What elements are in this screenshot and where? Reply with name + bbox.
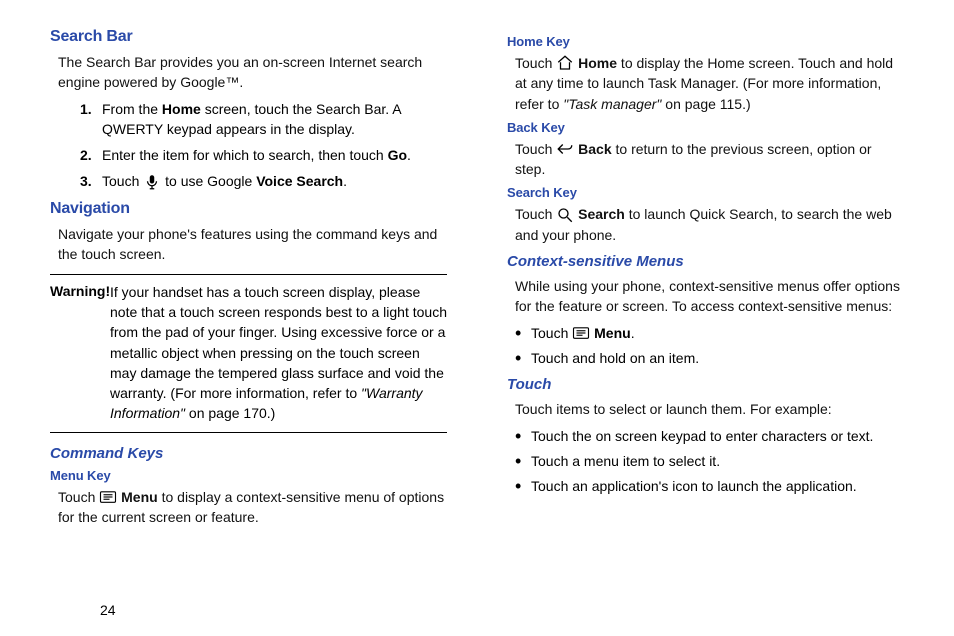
bold-home: Home — [162, 101, 201, 117]
bold-search: Search — [578, 206, 625, 222]
text: . — [631, 325, 635, 341]
heading-command-keys: Command Keys — [50, 445, 447, 462]
heading-navigation: Navigation — [50, 200, 447, 218]
back-icon — [556, 140, 574, 158]
text: Enter the item for which to search, then… — [102, 147, 388, 163]
search-bar-steps: 1. From the Home screen, touch the Searc… — [80, 99, 447, 192]
bold-back: Back — [578, 141, 611, 157]
menu-icon — [99, 488, 117, 506]
bold-voice-search: Voice Search — [256, 173, 343, 189]
step-number: 3. — [80, 171, 92, 191]
heading-home-key: Home Key — [507, 34, 904, 49]
home-icon — [556, 54, 574, 72]
text: Touch — [515, 206, 556, 222]
menu-icon — [572, 324, 590, 342]
left-column: Search Bar The Search Bar provides you a… — [50, 28, 447, 588]
text: Touch — [515, 55, 556, 71]
search-key-text: Touch Search to launch Quick Search, to … — [515, 204, 904, 245]
warning-label: Warning! — [50, 283, 110, 299]
text: If your handset has a touch screen displ… — [110, 284, 447, 401]
context-bullets: Touch Menu. Touch and hold on an item. — [515, 323, 904, 369]
step-3: 3. Touch to use Google Voice Search. — [80, 171, 447, 191]
list-item: Touch and hold on an item. — [515, 348, 904, 368]
list-item: Touch Menu. — [515, 323, 904, 343]
ref-task-manager: "Task manager" — [563, 96, 661, 112]
search-icon — [556, 206, 574, 224]
page-columns: Search Bar The Search Bar provides you a… — [50, 28, 904, 588]
list-item: Touch the on screen keypad to enter char… — [515, 426, 904, 446]
step-2: 2. Enter the item for which to search, t… — [80, 145, 447, 165]
context-intro: While using your phone, context-sensitiv… — [515, 276, 904, 317]
text: Touch — [58, 489, 99, 505]
bold-home: Home — [578, 55, 617, 71]
touch-intro: Touch items to select or launch them. Fo… — [515, 399, 904, 419]
search-bar-intro: The Search Bar provides you an on-screen… — [58, 52, 447, 93]
right-column: Home Key Touch Home to display the Home … — [507, 28, 904, 588]
bold-menu: Menu — [121, 489, 158, 505]
text: . — [407, 147, 411, 163]
text: Touch — [531, 325, 572, 341]
heading-back-key: Back Key — [507, 120, 904, 135]
text: Touch — [515, 141, 556, 157]
heading-touch: Touch — [507, 376, 904, 393]
heading-search-key: Search Key — [507, 185, 904, 200]
text: on page 170.) — [185, 405, 275, 421]
text: Touch — [102, 173, 143, 189]
text: on page 115.) — [661, 96, 750, 112]
mic-icon — [143, 173, 161, 191]
list-item: Touch a menu item to select it. — [515, 451, 904, 471]
heading-menu-key: Menu Key — [50, 468, 447, 483]
heading-search-bar: Search Bar — [50, 28, 447, 46]
bold-go: Go — [388, 147, 407, 163]
back-key-text: Touch Back to return to the previous scr… — [515, 139, 904, 180]
navigation-intro: Navigate your phone's features using the… — [58, 224, 447, 265]
text: to use Google — [161, 173, 256, 189]
text: . — [343, 173, 347, 189]
list-item: Touch an application's icon to launch th… — [515, 476, 904, 496]
warning-block: Warning! If your handset has a touch scr… — [50, 274, 447, 432]
step-number: 2. — [80, 145, 92, 165]
bold-menu: Menu — [594, 325, 631, 341]
page-number: 24 — [100, 602, 116, 618]
step-1: 1. From the Home screen, touch the Searc… — [80, 99, 447, 140]
touch-bullets: Touch the on screen keypad to enter char… — [515, 426, 904, 497]
home-key-text: Touch Home to display the Home screen. T… — [515, 53, 904, 114]
warning-text: If your handset has a touch screen displ… — [110, 282, 447, 424]
heading-context-menus: Context-sensitive Menus — [507, 253, 904, 270]
text: From the — [102, 101, 162, 117]
menu-key-text: Touch Menu to display a context-sensitiv… — [58, 487, 447, 528]
step-number: 1. — [80, 99, 92, 119]
